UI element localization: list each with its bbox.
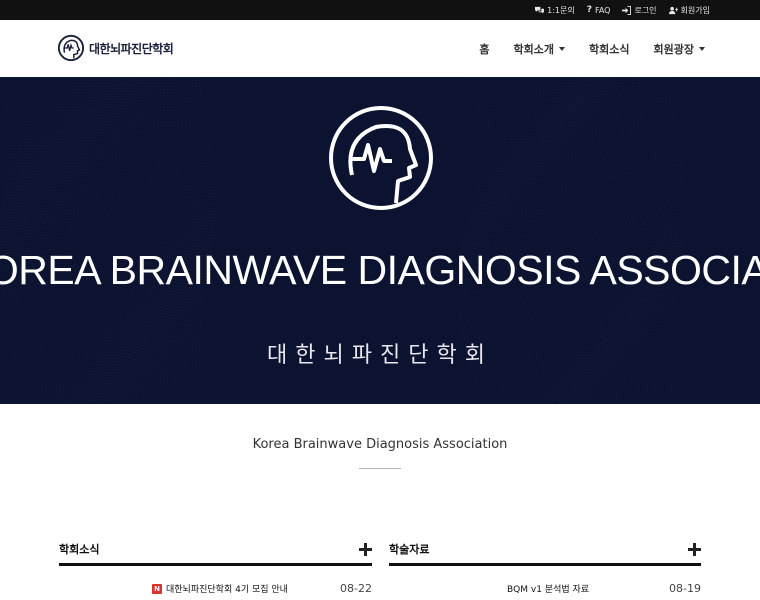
hero-title: KOREA BRAINWAVE DIAGNOSIS ASSOCIATION [0, 247, 760, 293]
caret-down-icon [699, 46, 705, 51]
list-item[interactable]: N 대한뇌파진단학회 4기 모집 안내 08-22 [59, 580, 372, 600]
nav-news-label: 학회소식 [589, 42, 630, 56]
top-utility-bar: 1:1문의 ? FAQ 로그인 회원가입 [0, 0, 760, 20]
intro-title: Korea Brainwave Diagnosis Association [252, 437, 508, 452]
materials-board-header: 학술자료 [389, 533, 701, 566]
nav-home[interactable]: 홈 [479, 41, 489, 57]
inquiry-link[interactable]: 1:1문의 [535, 5, 575, 16]
list-item[interactable]: BQM v1 분석법 자료 08-19 [389, 580, 701, 600]
news-post-title: 대한뇌파진단학회 4기 모집 안내 [166, 585, 288, 595]
login-link[interactable]: 로그인 [622, 5, 657, 16]
main-nav: 홈 학회소개 학회소식 회원광장 [479, 20, 705, 77]
news-board-title: 학회소식 [59, 543, 100, 556]
utility-links: 1:1문의 ? FAQ 로그인 회원가입 [535, 0, 710, 20]
hero-banner: KOREA BRAINWAVE DIAGNOSIS ASSOCIATION 대한… [0, 77, 760, 404]
signup-label: 회원가입 [680, 5, 710, 15]
new-badge: N [152, 583, 162, 594]
inquiry-label: 1:1문의 [547, 5, 575, 15]
nav-members[interactable]: 회원광장 [654, 41, 705, 57]
brainwave-head-emblem-icon [329, 106, 433, 210]
materials-board: 학술자료 BQM v1 분석법 자료 08-19 [389, 533, 701, 600]
nav-about-label: 학회소개 [513, 42, 555, 56]
caret-down-icon [559, 46, 566, 51]
nav-news[interactable]: 학회소식 [589, 41, 629, 57]
signup-link[interactable]: 회원가입 [668, 5, 710, 16]
sign-in-icon [622, 5, 632, 15]
news-board: 학회소식 N 대한뇌파진단학회 4기 모집 안내 08-22 [59, 533, 372, 600]
login-label: 로그인 [634, 5, 657, 15]
faq-label: FAQ [594, 5, 611, 15]
materials-post-link[interactable]: BQM v1 분석법 자료 [507, 582, 589, 595]
news-post-date: 08-22 [340, 582, 372, 595]
question-mark-icon: ? [586, 5, 592, 15]
nav-members-label: 회원광장 [653, 42, 694, 56]
site-logo[interactable]: 대한뇌파진단학회 [57, 34, 174, 62]
news-post-link[interactable]: N 대한뇌파진단학회 4기 모집 안내 [152, 582, 288, 595]
user-plus-icon [668, 6, 678, 14]
plus-icon[interactable] [359, 543, 372, 556]
brainwave-head-logo-icon [57, 34, 85, 62]
nav-about[interactable]: 학회소개 [513, 41, 566, 57]
materials-post-title: BQM v1 분석법 자료 [507, 585, 590, 595]
materials-board-title: 학술자료 [389, 543, 430, 556]
faq-link[interactable]: ? FAQ [587, 5, 611, 15]
hero-subtitle: 대한뇌파진단학회 [267, 343, 493, 368]
news-board-header: 학회소식 [59, 533, 372, 566]
nav-home-label: 홈 [479, 42, 490, 56]
intro-divider [359, 468, 401, 469]
logo-text: 대한뇌파진단학회 [89, 41, 174, 56]
chat-bubbles-icon [535, 6, 545, 14]
materials-post-date: 08-19 [669, 582, 701, 595]
site-header: 대한뇌파진단학회 홈 학회소개 학회소식 회원광장 [0, 20, 760, 77]
plus-icon[interactable] [688, 543, 701, 556]
